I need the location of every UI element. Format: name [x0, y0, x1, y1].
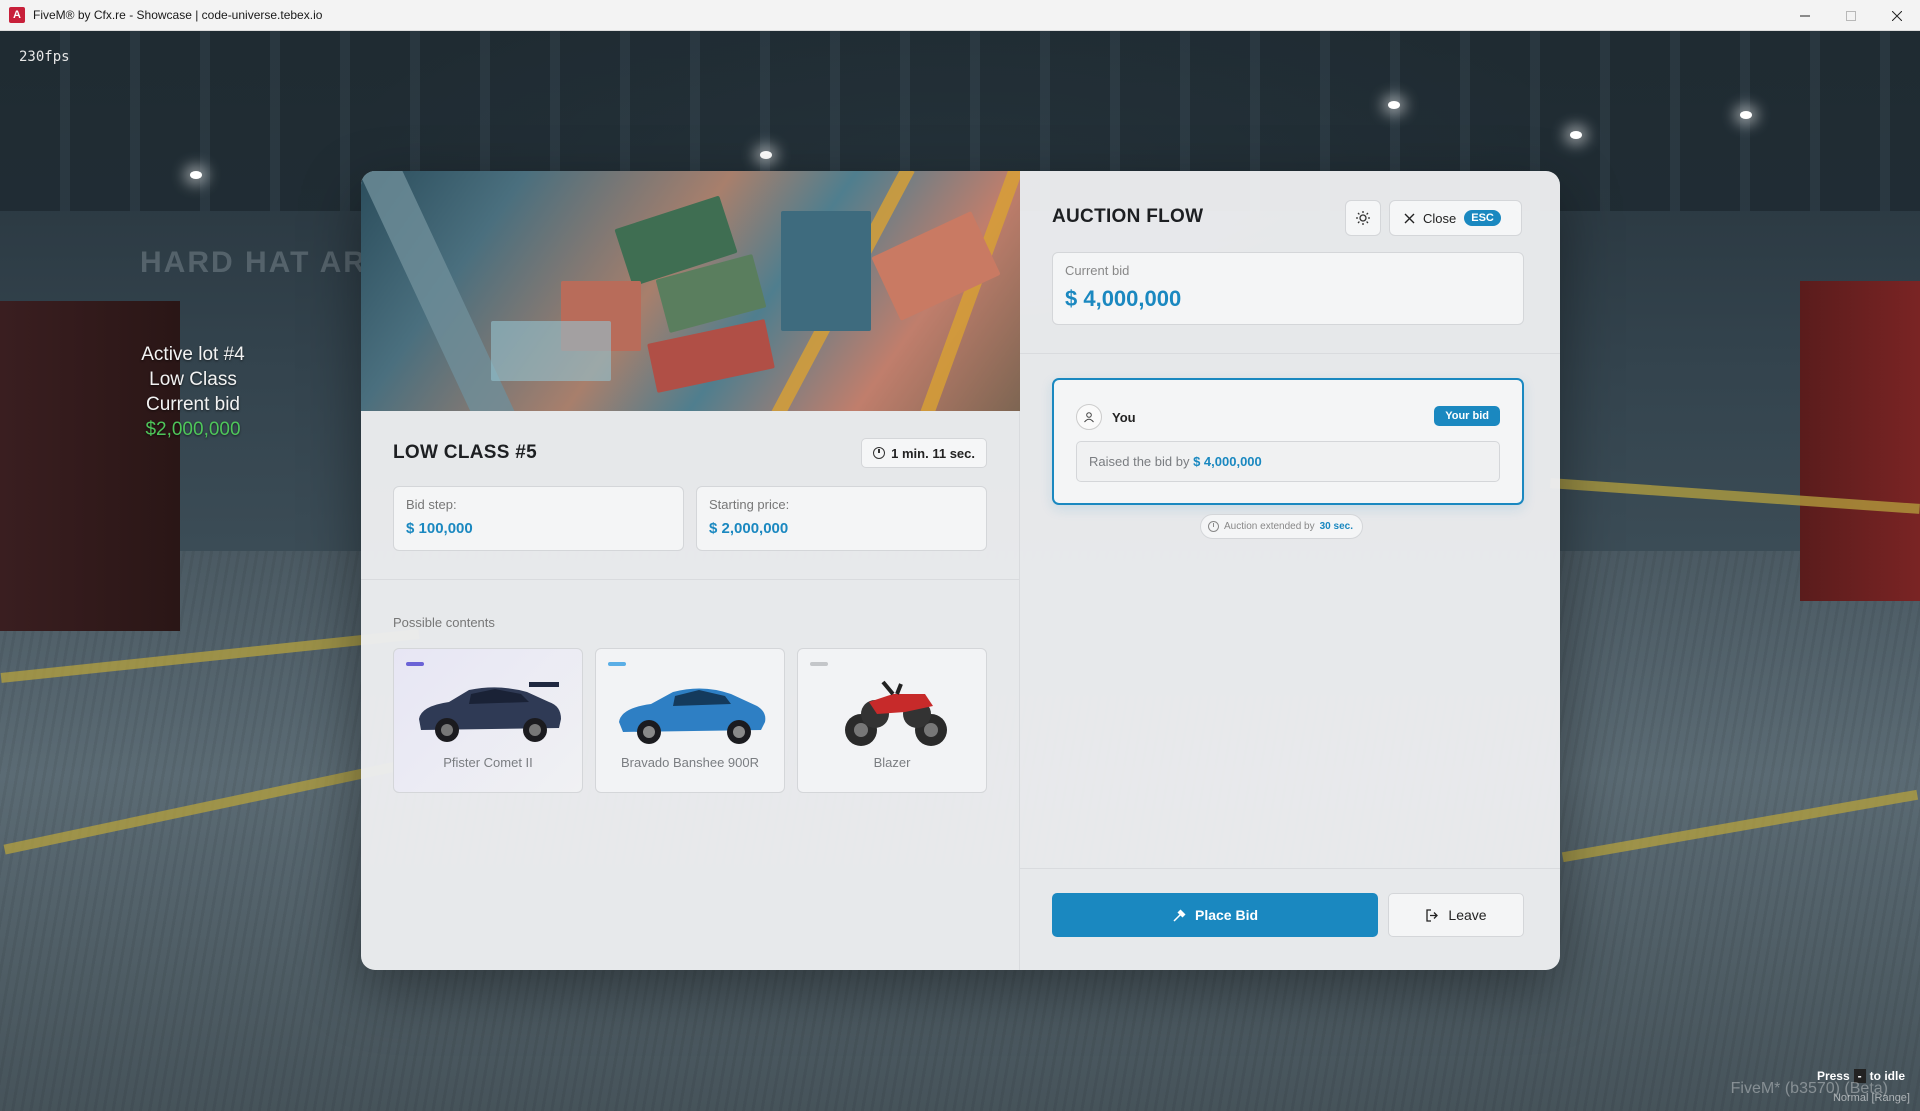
close-label: Close — [1423, 210, 1457, 226]
lot-timer-value: 1 min. 11 sec. — [891, 445, 975, 461]
your-bid-badge: Your bid — [1434, 406, 1500, 426]
bid-step-value: $ 100,000 — [406, 520, 473, 537]
leave-label: Leave — [1448, 907, 1487, 923]
bid-message-text: Raised the bid by — [1089, 454, 1190, 469]
car-icon — [619, 688, 766, 744]
starting-price-card: Starting price: $ 2,000,000 — [696, 486, 987, 551]
bid-user: You — [1076, 404, 1136, 430]
bid-step-card: Bid step: $ 100,000 — [393, 486, 684, 551]
container-right — [1800, 281, 1920, 601]
content-item-blazer[interactable]: Blazer — [797, 648, 987, 793]
close-window-button[interactable] — [1874, 0, 1920, 31]
gavel-icon — [1173, 908, 1186, 922]
content-item-comet[interactable]: Pfister Comet II — [393, 648, 583, 793]
lot-class-line: Low Class — [149, 369, 237, 390]
container-shape — [491, 321, 611, 381]
container-shape — [647, 319, 775, 393]
minimize-button[interactable] — [1782, 0, 1828, 31]
auction-modal: LOW CLASS #5 1 min. 11 sec. Bid step: $ … — [361, 171, 1560, 970]
lot-preview-image — [361, 171, 1020, 411]
active-lot-line: Active lot #4 — [141, 344, 245, 365]
fps-counter: 230fps — [19, 49, 70, 65]
window-title: FiveM® by Cfx.re - Showcase | code-unive… — [33, 8, 323, 22]
extended-duration: 30 sec. — [1319, 521, 1353, 532]
ceiling-light — [1388, 101, 1400, 109]
extended-text: Auction extended by — [1224, 521, 1315, 532]
clock-icon — [1208, 521, 1219, 532]
content-item-name: Bravado Banshee 900R — [620, 755, 760, 770]
active-lot-info: Active lot #4 Low Class Current bid $2,0… — [93, 342, 293, 442]
ceiling-light — [1740, 111, 1752, 119]
place-bid-label: Place Bid — [1194, 907, 1259, 923]
current-bid-amount: $2,000,000 — [145, 419, 241, 440]
car-icon — [419, 682, 561, 742]
container-shape — [781, 211, 871, 331]
theme-toggle-button[interactable] — [1345, 200, 1381, 236]
esc-key-badge: ESC — [1464, 210, 1501, 226]
ceiling-light — [760, 151, 772, 159]
content-item-banshee[interactable]: Bravado Banshee 900R — [595, 648, 785, 793]
auction-extended-notice: Auction extended by 30 sec. — [1200, 514, 1363, 539]
auction-flow-pane: AUCTION FLOW Close ESC Current bid $ 4,0… — [1020, 171, 1560, 970]
place-bid-button[interactable]: Place Bid — [1052, 893, 1378, 937]
possible-contents-list: Pfister Comet II Bravado Banshee 900R Bl… — [393, 648, 987, 793]
content-item-name: Pfister Comet II — [443, 755, 533, 770]
container-shape — [871, 211, 1001, 321]
bid-message: Raised the bid by $ 4,000,000 — [1076, 441, 1500, 482]
ceiling-light — [1570, 131, 1582, 139]
close-button[interactable]: Close ESC — [1389, 200, 1522, 236]
current-bid-card: Current bid $ 4,000,000 — [1052, 252, 1524, 325]
lot-stats: Bid step: $ 100,000 Starting price: $ 2,… — [393, 486, 987, 551]
divider — [361, 579, 1020, 580]
lot-header: LOW CLASS #5 1 min. 11 sec. — [393, 438, 987, 468]
sun-icon — [1356, 211, 1370, 225]
current-bid-value: $ 4,000,000 — [1065, 286, 1182, 311]
maximize-button[interactable] — [1828, 0, 1874, 31]
leave-button[interactable]: Leave — [1388, 893, 1524, 937]
current-bid-label: Current bid — [1065, 263, 1130, 278]
lot-title: LOW CLASS #5 — [393, 442, 538, 463]
divider — [1020, 868, 1560, 869]
auction-flow-title: AUCTION FLOW — [1052, 206, 1204, 227]
exit-icon — [1426, 908, 1439, 922]
fivem-icon: A — [9, 7, 25, 23]
bid-message-amount: $ 4,000,000 — [1193, 454, 1262, 469]
wall-sign-decoration: HARD HAT AR — [140, 246, 367, 279]
window-controls — [1782, 0, 1920, 31]
current-bid-line: Current bid — [146, 394, 240, 415]
possible-contents-label: Possible contents — [393, 615, 495, 630]
window-titlebar: A FiveM® by Cfx.re - Showcase | code-uni… — [0, 0, 1920, 31]
bid-history-entry: You Your bid Raised the bid by $ 4,000,0… — [1052, 378, 1524, 505]
ceiling-light — [190, 171, 202, 179]
starting-price-label: Starting price: — [709, 497, 790, 512]
divider — [1020, 353, 1560, 354]
lot-timer: 1 min. 11 sec. — [861, 438, 987, 468]
close-icon — [1404, 213, 1415, 223]
quad-bike-icon — [845, 680, 947, 746]
voice-range-indicator: Normal [Range] — [1832, 1092, 1910, 1104]
lot-details-pane: LOW CLASS #5 1 min. 11 sec. Bid step: $ … — [361, 171, 1020, 970]
bid-user-name: You — [1112, 409, 1136, 425]
content-item-name: Blazer — [873, 755, 911, 770]
clock-icon — [873, 447, 886, 459]
bid-step-label: Bid step: — [406, 497, 457, 512]
starting-price-value: $ 2,000,000 — [709, 520, 789, 537]
user-icon — [1076, 404, 1102, 430]
